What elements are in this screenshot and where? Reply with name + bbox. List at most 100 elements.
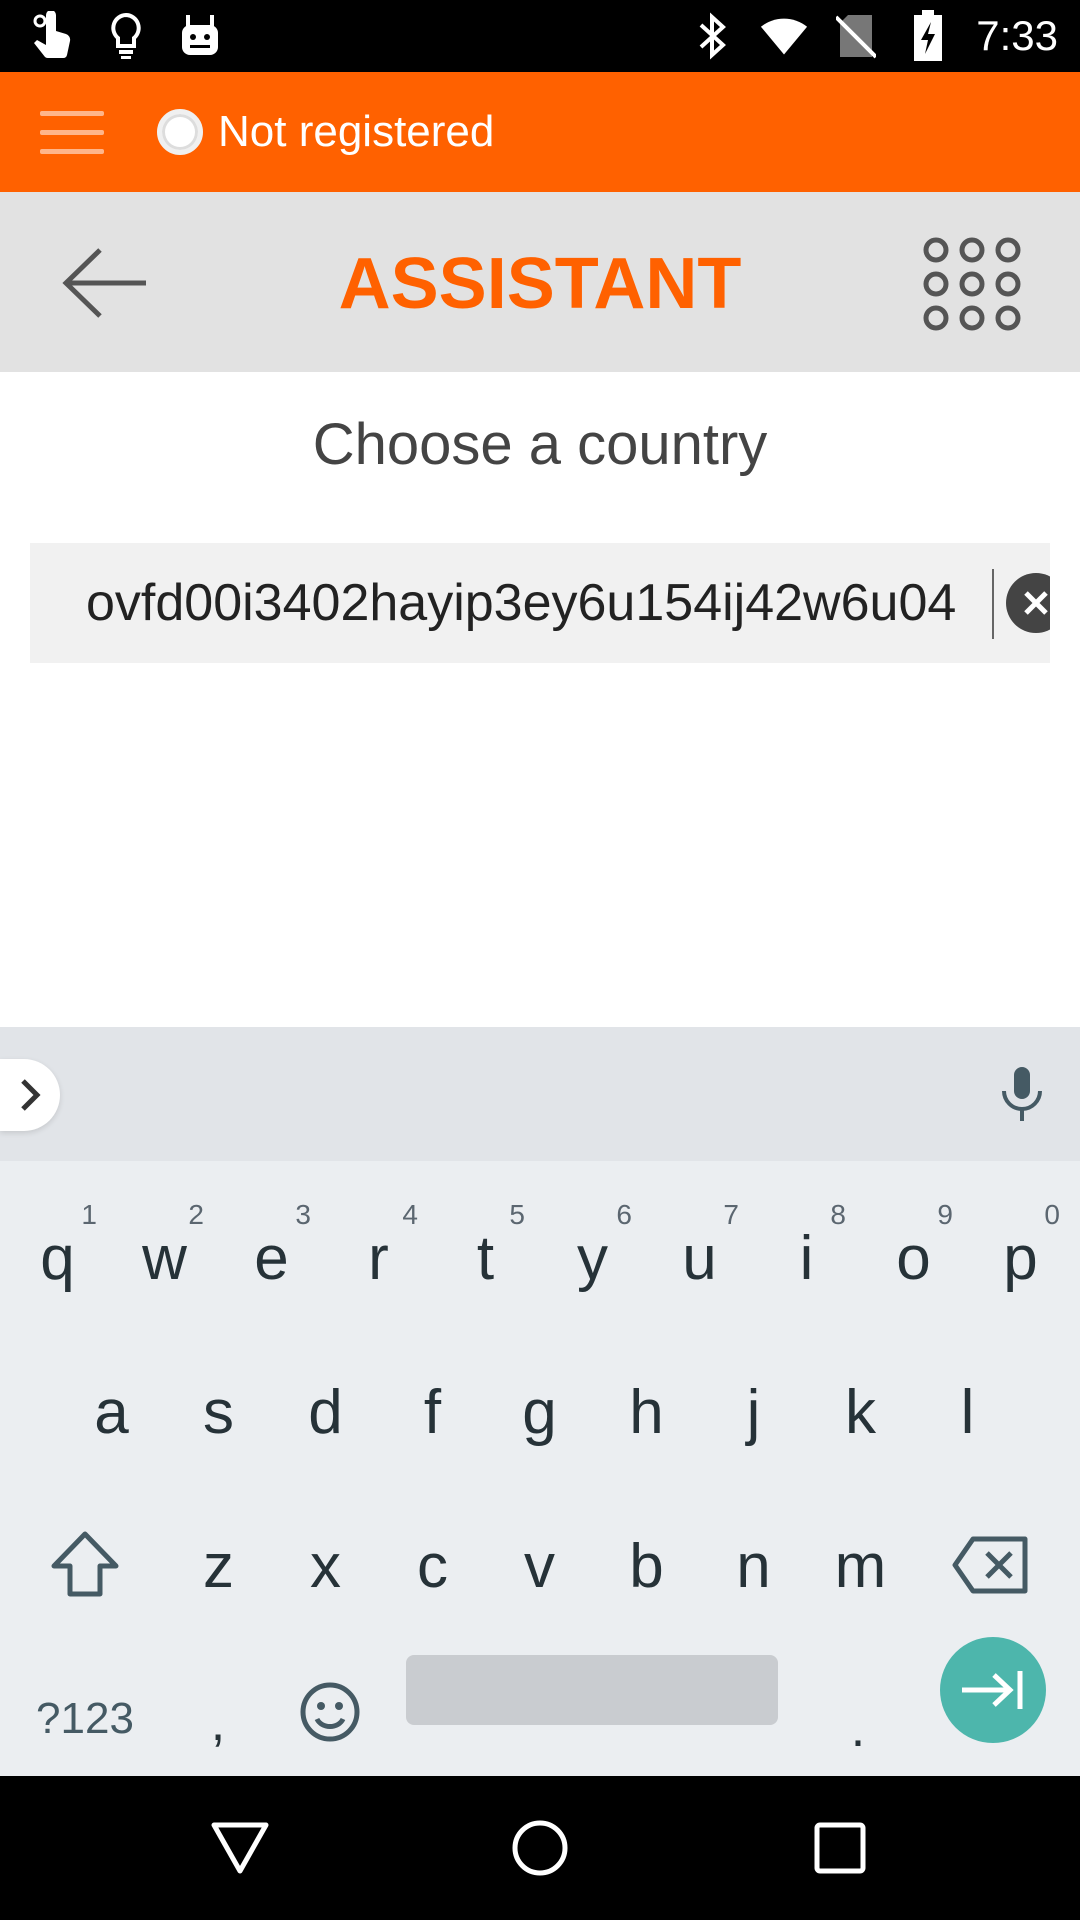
registration-status-indicator	[157, 109, 203, 155]
key-g[interactable]: g	[486, 1345, 593, 1485]
key-label: q	[40, 1224, 75, 1293]
page-title: ASSISTANT	[338, 244, 742, 324]
android-bot-icon	[176, 10, 224, 62]
text-cursor	[992, 569, 994, 639]
next-key[interactable]	[940, 1637, 1046, 1743]
nav-recents-button[interactable]	[790, 1798, 890, 1898]
key-t[interactable]: t5	[432, 1191, 539, 1331]
status-bar-right: 7:33	[688, 6, 1058, 66]
search-input-value[interactable]: ovfd00i3402hayip3ey6u154ij42w6u04	[86, 571, 1018, 635]
key-hint: 2	[188, 1199, 204, 1230]
lightbulb-icon	[102, 10, 150, 62]
key-z[interactable]: z	[165, 1499, 272, 1639]
key-q[interactable]: q1	[4, 1191, 111, 1331]
key-p[interactable]: p0	[967, 1191, 1074, 1331]
key-hint: 1	[81, 1199, 97, 1230]
key-hint: 6	[616, 1199, 632, 1230]
clock: 7:33	[976, 12, 1058, 59]
nav-home-button[interactable]	[490, 1798, 590, 1898]
key-hint: 9	[937, 1199, 953, 1230]
tab-next-icon	[962, 1671, 1023, 1709]
home-circle-icon	[512, 1820, 568, 1876]
choose-country-heading: Choose a country	[312, 412, 768, 477]
key-label: u	[682, 1224, 717, 1293]
key-f[interactable]: f	[379, 1345, 486, 1485]
shift-arrow-icon	[51, 1531, 119, 1597]
country-search-field[interactable]: ovfd00i3402hayip3ey6u154ij42w6u04	[30, 543, 1050, 663]
key-label: t	[476, 1224, 495, 1293]
dialpad-button[interactable]	[920, 234, 1024, 334]
dialpad-icon	[923, 237, 1021, 331]
keyboard-toolbar-expand-button[interactable]	[0, 1059, 60, 1131]
no-sim-icon	[832, 10, 880, 62]
chevron-right-icon	[21, 1079, 41, 1111]
soft-keyboard: q1 w2 e3 r4 t5 y6 u7 i8 o9 p0 a s d f g …	[0, 1027, 1080, 1776]
key-h[interactable]: h	[593, 1345, 700, 1485]
back-button[interactable]	[56, 238, 152, 328]
key-hint: 3	[295, 1199, 311, 1230]
key-k[interactable]: k	[807, 1345, 914, 1485]
key-r[interactable]: r4	[325, 1191, 432, 1331]
app-bar: Not registered	[0, 72, 1080, 192]
backspace-key[interactable]	[936, 1495, 1046, 1635]
key-m[interactable]: m	[807, 1499, 914, 1639]
key-label: o	[896, 1224, 931, 1293]
key-hint: 0	[1044, 1199, 1060, 1230]
comma-key[interactable]: ,	[168, 1657, 268, 1789]
battery-charging-icon	[904, 10, 952, 62]
key-label: p	[1003, 1224, 1038, 1293]
hamburger-menu-icon[interactable]	[40, 100, 104, 164]
key-label: w	[142, 1224, 187, 1293]
status-bar-left	[28, 10, 224, 62]
assistant-top-bar: ASSISTANT	[0, 192, 1080, 372]
symbols-key[interactable]: ?123	[20, 1653, 150, 1785]
spacebar-key[interactable]	[406, 1655, 778, 1725]
key-o[interactable]: o9	[860, 1191, 967, 1331]
key-w[interactable]: w2	[111, 1191, 218, 1331]
key-b[interactable]: b	[593, 1499, 700, 1639]
key-y[interactable]: y6	[539, 1191, 646, 1331]
status-bar: 7:33	[0, 0, 1080, 72]
key-hint: 4	[402, 1199, 418, 1230]
key-u[interactable]: u7	[646, 1191, 753, 1331]
key-label: e	[254, 1224, 289, 1293]
key-label: y	[577, 1224, 608, 1293]
key-e[interactable]: e3	[218, 1191, 325, 1331]
arrow-left-icon	[62, 248, 146, 318]
shift-key[interactable]	[30, 1495, 140, 1635]
menu-line	[40, 148, 104, 154]
key-d[interactable]: d	[272, 1345, 379, 1485]
key-x[interactable]: x	[272, 1499, 379, 1639]
key-label: r	[368, 1224, 389, 1293]
key-s[interactable]: s	[165, 1345, 272, 1485]
voice-input-button[interactable]	[994, 1065, 1050, 1125]
touch-gesture-icon	[28, 10, 76, 62]
bluetooth-icon	[688, 10, 736, 62]
key-c[interactable]: c	[379, 1499, 486, 1639]
key-n[interactable]: n	[700, 1499, 807, 1639]
clear-icon	[1024, 591, 1048, 615]
key-a[interactable]: a	[58, 1345, 165, 1485]
key-i[interactable]: i8	[753, 1191, 860, 1331]
key-label: i	[799, 1224, 814, 1293]
emoji-key[interactable]	[280, 1647, 380, 1777]
backspace-icon	[952, 1536, 1028, 1594]
key-j[interactable]: j	[700, 1345, 807, 1485]
key-l[interactable]: l	[914, 1345, 1021, 1485]
microphone-icon	[1002, 1067, 1042, 1121]
wifi-icon	[760, 10, 808, 62]
system-navigation-bar	[0, 1776, 1080, 1920]
clear-button[interactable]	[1006, 573, 1050, 633]
key-hint: 5	[509, 1199, 525, 1230]
registration-status: Not registered	[218, 107, 495, 156]
key-hint: 7	[723, 1199, 739, 1230]
menu-line	[40, 110, 104, 116]
key-v[interactable]: v	[486, 1499, 593, 1639]
emoji-smiley-icon	[300, 1682, 360, 1742]
back-triangle-icon	[211, 1822, 269, 1874]
nav-back-button[interactable]	[190, 1798, 290, 1898]
menu-line	[40, 129, 104, 135]
key-hint: 8	[830, 1199, 846, 1230]
recents-square-icon	[814, 1822, 866, 1874]
keyboard-suggestion-strip	[0, 1027, 1080, 1161]
